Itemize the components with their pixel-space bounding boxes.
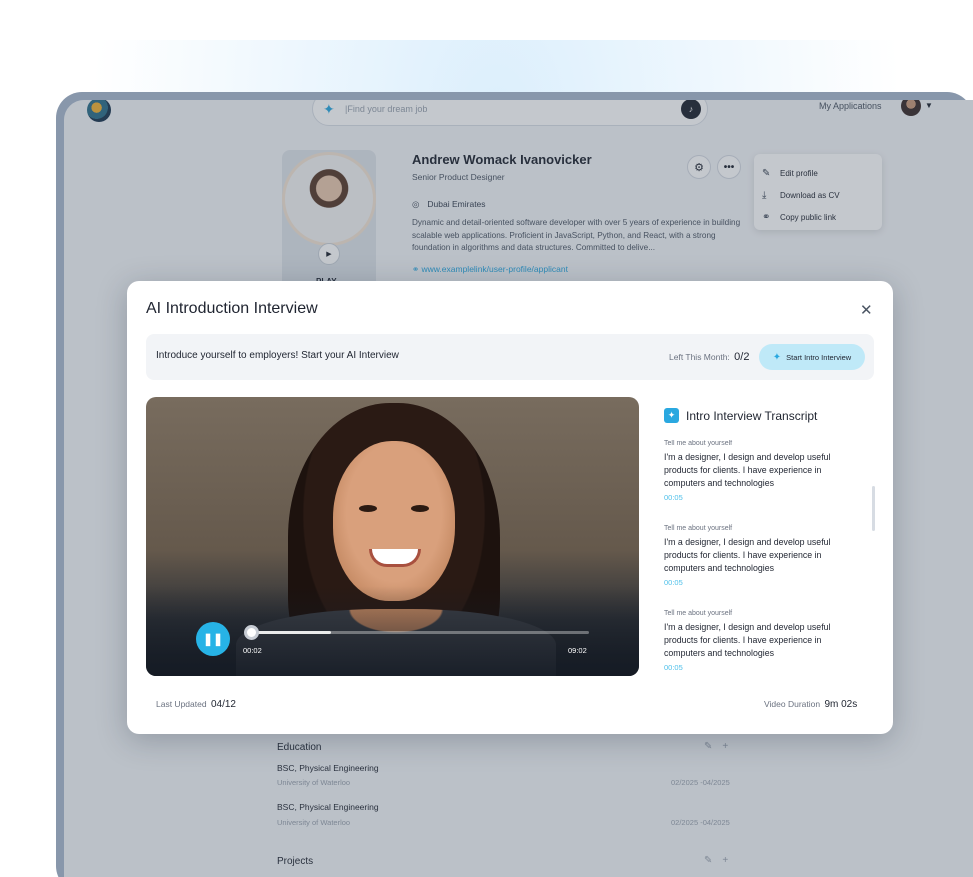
video-scrubber-handle[interactable] bbox=[244, 625, 259, 640]
start-button-label: Start Intro Interview bbox=[786, 352, 852, 362]
last-updated: Last Updated 04/12 bbox=[156, 699, 236, 710]
video-current-time: 00:02 bbox=[243, 646, 262, 655]
start-intro-interview-button[interactable]: ✦ Start Intro Interview bbox=[759, 344, 865, 370]
transcript-timestamp[interactable]: 00:05 bbox=[664, 663, 864, 672]
transcript-entry: Tell me about yourself I'm a designer, I… bbox=[664, 440, 864, 525]
transcript-entry: Tell me about yourself I'm a designer, I… bbox=[664, 610, 864, 676]
video-subject-face bbox=[333, 441, 455, 601]
transcript-question: Tell me about yourself bbox=[664, 610, 733, 617]
video-subject-eye bbox=[411, 505, 429, 512]
pause-icon: ❚❚ bbox=[202, 632, 224, 646]
transcript-answer: I'm a designer, I design and develop use… bbox=[664, 537, 831, 573]
transcript-title: Intro Interview Transcript bbox=[686, 408, 818, 423]
ai-interview-modal: AI Introduction Interview ✕ Introduce yo… bbox=[127, 281, 893, 734]
last-updated-label: Last Updated bbox=[156, 699, 207, 709]
transcript-list[interactable]: Tell me about yourself I'm a designer, I… bbox=[664, 440, 864, 676]
banner-text: Introduce yourself to employers! Start y… bbox=[156, 350, 399, 361]
interview-video-player[interactable]: ❚❚ 00:02 09:02 bbox=[146, 397, 639, 676]
transcript-entry: Tell me about yourself I'm a designer, I… bbox=[664, 525, 864, 610]
transcript-question: Tell me about yourself bbox=[664, 440, 733, 447]
transcript-scrollbar[interactable] bbox=[872, 486, 875, 531]
video-duration-label: Video Duration bbox=[764, 699, 821, 709]
video-progress-track[interactable] bbox=[249, 631, 589, 634]
transcript-header: ✦ Intro Interview Transcript bbox=[664, 408, 817, 423]
interview-banner: Introduce yourself to employers! Start y… bbox=[146, 334, 874, 380]
close-icon[interactable]: ✕ bbox=[860, 301, 873, 319]
left-this-month-label: Left This Month: bbox=[669, 352, 730, 362]
video-progress-fill bbox=[249, 631, 331, 634]
transcript-question: Tell me about yourself bbox=[664, 525, 733, 532]
transcript-timestamp[interactable]: 00:05 bbox=[664, 578, 864, 587]
transcript-answer: I'm a designer, I design and develop use… bbox=[664, 622, 831, 658]
left-this-month-value: 0/2 bbox=[734, 351, 750, 363]
video-duration-value: 9m 02s bbox=[824, 699, 858, 710]
video-subject-smile bbox=[369, 549, 421, 567]
modal-title: AI Introduction Interview bbox=[146, 300, 318, 317]
video-duration: Video Duration 9m 02s bbox=[764, 699, 857, 710]
pause-button[interactable]: ❚❚ bbox=[196, 622, 230, 656]
video-subject-eye bbox=[359, 505, 377, 512]
video-total-time: 09:02 bbox=[568, 646, 587, 655]
transcript-answer: I'm a designer, I design and develop use… bbox=[664, 452, 831, 488]
left-this-month: Left This Month: 0/2 bbox=[669, 351, 749, 363]
transcript-timestamp[interactable]: 00:05 bbox=[664, 493, 864, 502]
last-updated-value: 04/12 bbox=[210, 699, 236, 710]
sparkle-icon: ✦ bbox=[664, 408, 679, 423]
sparkle-icon: ✦ bbox=[772, 351, 782, 363]
